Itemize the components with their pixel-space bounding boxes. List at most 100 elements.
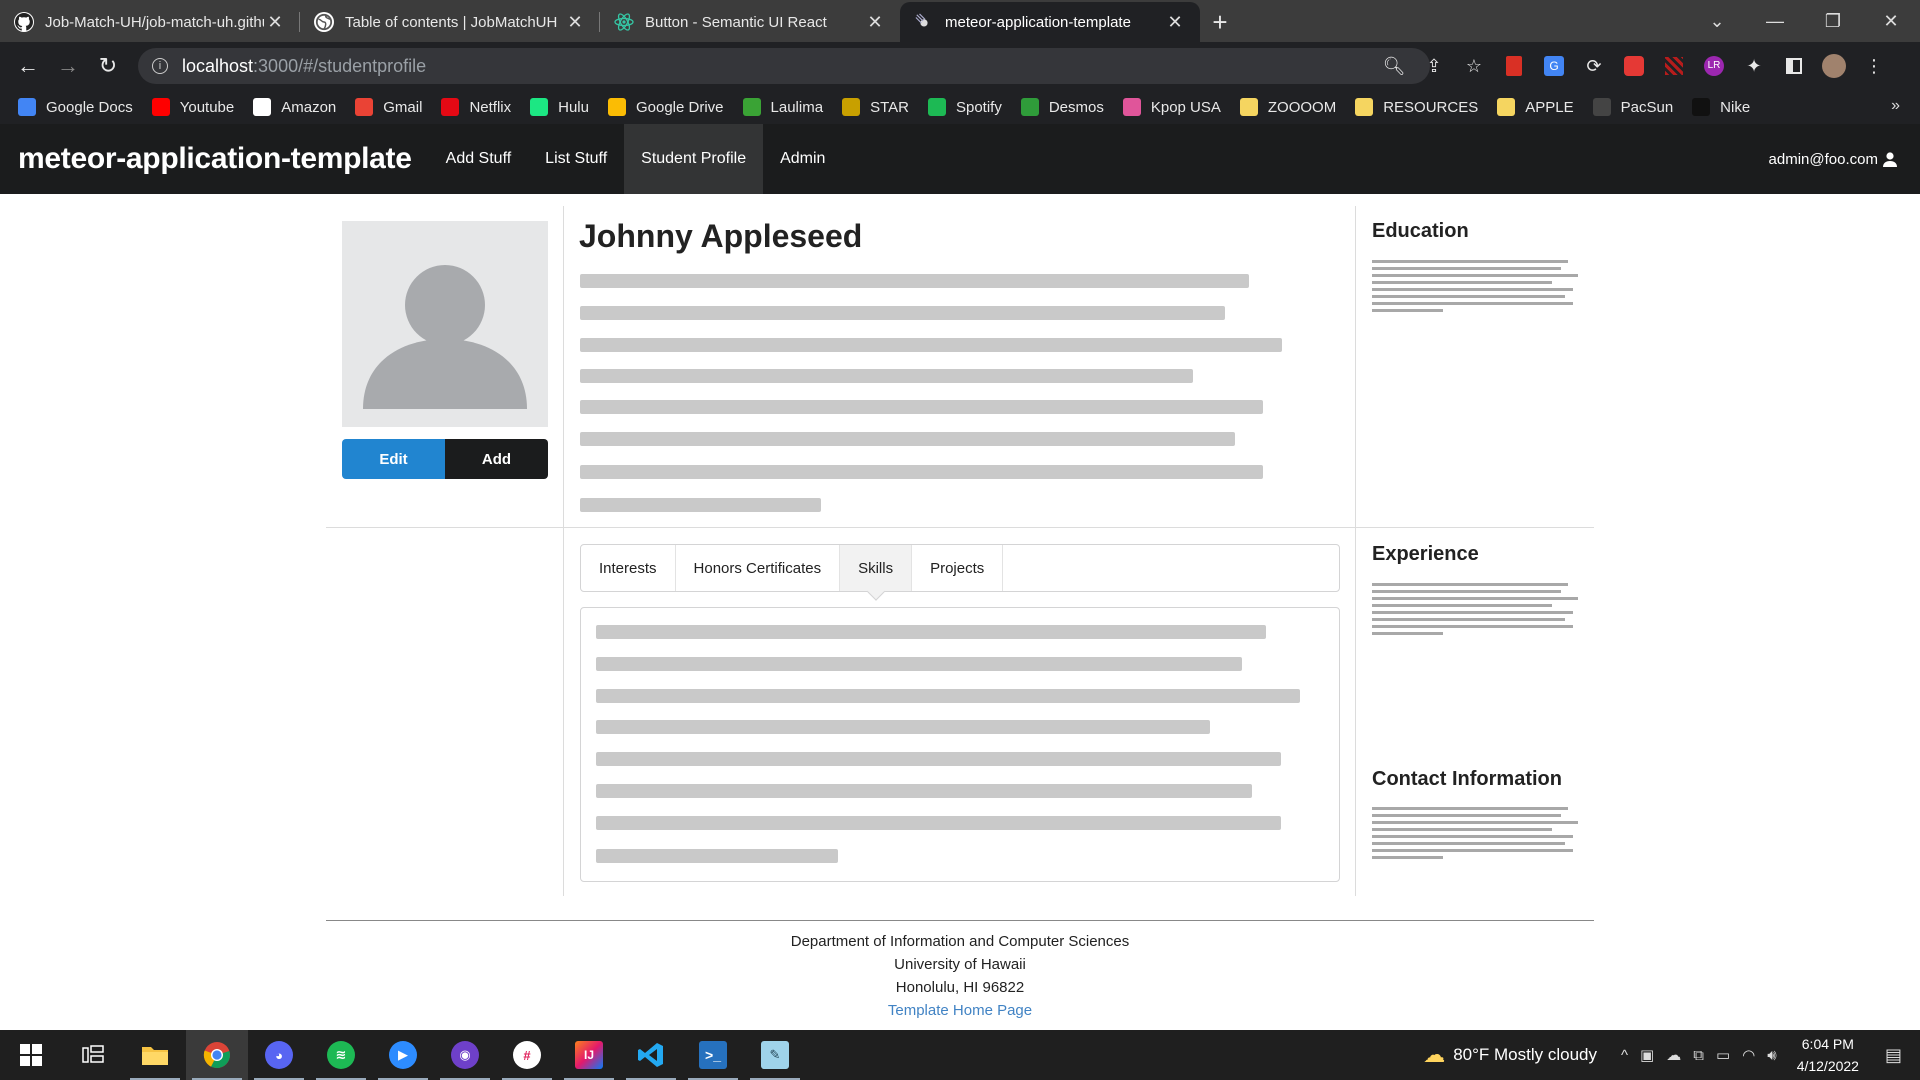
zoom-icon[interactable]: 🔍︎ [1380,52,1408,80]
add-button[interactable]: Add [445,439,548,479]
tab-search-icon[interactable]: ⌄ [1688,11,1746,32]
close-icon[interactable]: ✕ [564,12,586,33]
placeholder-line [1372,288,1573,291]
footer-department: Department of Information and Computer S… [790,933,1130,950]
tab-interests[interactable]: Interests [581,545,676,591]
nav-admin[interactable]: Admin [763,124,842,194]
bookmark-item[interactable]: Google Drive [607,98,724,116]
share-icon[interactable]: ⇪ [1420,52,1448,80]
bookmarks-bar: Google Docs Youtube Amazon Gmail Netflix Hulu… [0,90,1920,124]
brand-title[interactable]: meteor-application-template [18,142,412,176]
forward-icon[interactable]: → [48,53,88,79]
placeholder-line [580,369,1193,383]
bookmark-item[interactable]: Kpop USA [1122,98,1221,116]
bookmark-item[interactable]: Youtube [151,98,234,116]
edit-button[interactable]: Edit [342,439,445,479]
intellij-button[interactable]: IJ [558,1030,620,1080]
back-icon[interactable]: ← [8,53,48,79]
spotify-button[interactable]: ≋ [310,1030,372,1080]
bookmarks-overflow-icon[interactable]: » [1891,97,1900,115]
extension-stripes-icon[interactable] [1660,52,1688,80]
volume-icon[interactable]: 🔊︎ [1767,1047,1776,1064]
extension-red-icon[interactable] [1500,52,1528,80]
page-footer: Department of Information and Computer S… [0,930,1920,1022]
bookmark-icon [842,98,861,116]
vscode-button[interactable] [620,1030,682,1080]
network-status-icon[interactable]: ⧉ [1693,1047,1704,1064]
browser-tab[interactable]: Table of contents | JobMatchUH ✕ [300,2,600,42]
notifications-icon[interactable]: ▤ [1885,1045,1902,1066]
bookmark-item[interactable]: STAR [842,98,909,116]
close-window-icon[interactable]: ✕ [1862,11,1920,32]
onedrive-icon[interactable]: ☁ [1666,1046,1681,1064]
bookmark-label: Spotify [955,98,1002,116]
tab-honors-certificates[interactable]: Honors Certificates [676,545,841,591]
wifi-icon[interactable]: ◠ [1742,1046,1755,1064]
file-explorer-button[interactable] [124,1030,186,1080]
nav-student-profile[interactable]: Student Profile [624,124,764,194]
profile-avatar-icon[interactable] [1820,52,1848,80]
bookmark-item[interactable]: RESOURCES [1355,98,1478,116]
bookmark-item[interactable]: ZOOOOM [1239,98,1336,116]
extensions-puzzle-icon[interactable]: ✦ [1740,52,1768,80]
grid-divider [326,527,1594,528]
close-icon[interactable]: ✕ [864,12,886,33]
bookmark-item[interactable]: Amazon [253,98,336,116]
sync-extension-icon[interactable]: ⟳ [1580,52,1608,80]
new-tab-button[interactable]: + [1200,2,1240,42]
slack-button[interactable]: # [496,1030,558,1080]
bookmark-item[interactable]: Google Docs [18,98,133,116]
bookmark-item[interactable]: Netflix [441,98,511,116]
close-icon[interactable]: ✕ [1164,12,1186,33]
placeholder-line [1372,590,1561,593]
bookmark-item[interactable]: Spotify [927,98,1002,116]
bookmark-item[interactable]: APPLE [1497,98,1574,116]
placeholder-line [1372,814,1561,817]
powershell-button[interactable]: >_ [682,1030,744,1080]
bookmark-icon [1592,98,1611,116]
bookmark-icon [151,98,170,116]
translate-icon[interactable]: G [1540,52,1568,80]
show-hidden-icons-icon[interactable]: ^ [1621,1047,1628,1064]
browser-tab[interactable]: Button - Semantic UI React ✕ [600,2,900,42]
bookmark-item[interactable]: Gmail [355,98,422,116]
browser-tab[interactable]: Job-Match-UH/job-match-uh.github.io ✕ [0,2,300,42]
zoom-button[interactable]: ▶ [372,1030,434,1080]
template-home-link[interactable]: Template Home Page [0,999,1920,1022]
url-input[interactable]: i localhost:3000/#/studentprofile [138,48,1430,84]
battery-icon[interactable]: ▭ [1716,1046,1730,1064]
start-button[interactable] [0,1030,62,1080]
bookmark-item[interactable]: Nike [1692,98,1750,116]
bookmark-item[interactable]: Desmos [1020,98,1104,116]
bookmark-item[interactable]: Hulu [530,98,589,116]
bookmark-item[interactable]: Laulima [742,98,823,116]
task-view-button[interactable] [62,1030,124,1080]
restore-icon[interactable]: ❐ [1804,11,1862,32]
placeholder-line [1372,835,1573,838]
user-dropdown[interactable]: admin@foo.com [1769,124,1898,194]
nav-add-stuff[interactable]: Add Stuff [429,124,529,194]
bookmark-label: STAR [870,98,909,116]
extension-purple-icon[interactable]: LR [1700,52,1728,80]
bookmark-star-icon[interactable]: ☆ [1460,52,1488,80]
notepad-button[interactable]: ✎ [744,1030,806,1080]
discord-button[interactable]: ◕ [248,1030,310,1080]
weather-widget[interactable]: ☁ 80°F Mostly cloudy [1423,1042,1597,1068]
menu-kebab-icon[interactable]: ⋮ [1860,52,1888,80]
site-info-icon[interactable]: i [152,58,168,74]
chrome-button[interactable] [186,1030,248,1080]
tab-skills[interactable]: Skills [840,545,913,591]
nav-list-stuff[interactable]: List Stuff [528,124,624,194]
side-panel-icon[interactable] [1780,52,1808,80]
minimize-icon[interactable]: — [1746,11,1804,32]
taskbar-clock[interactable]: 6:04 PM 4/12/2022 [1797,1033,1859,1077]
browser-tab-active[interactable]: meteor-application-template ✕ [900,2,1200,42]
extension-ghost-icon[interactable] [1620,52,1648,80]
close-icon[interactable]: ✕ [264,12,286,33]
bookmark-icon [927,98,946,116]
github-desktop-button[interactable]: ◉ [434,1030,496,1080]
reload-icon[interactable]: ↻ [88,53,128,79]
tab-projects[interactable]: Projects [912,545,1004,591]
meet-now-icon[interactable]: ▣ [1640,1046,1654,1064]
bookmark-item[interactable]: PacSun [1592,98,1673,116]
